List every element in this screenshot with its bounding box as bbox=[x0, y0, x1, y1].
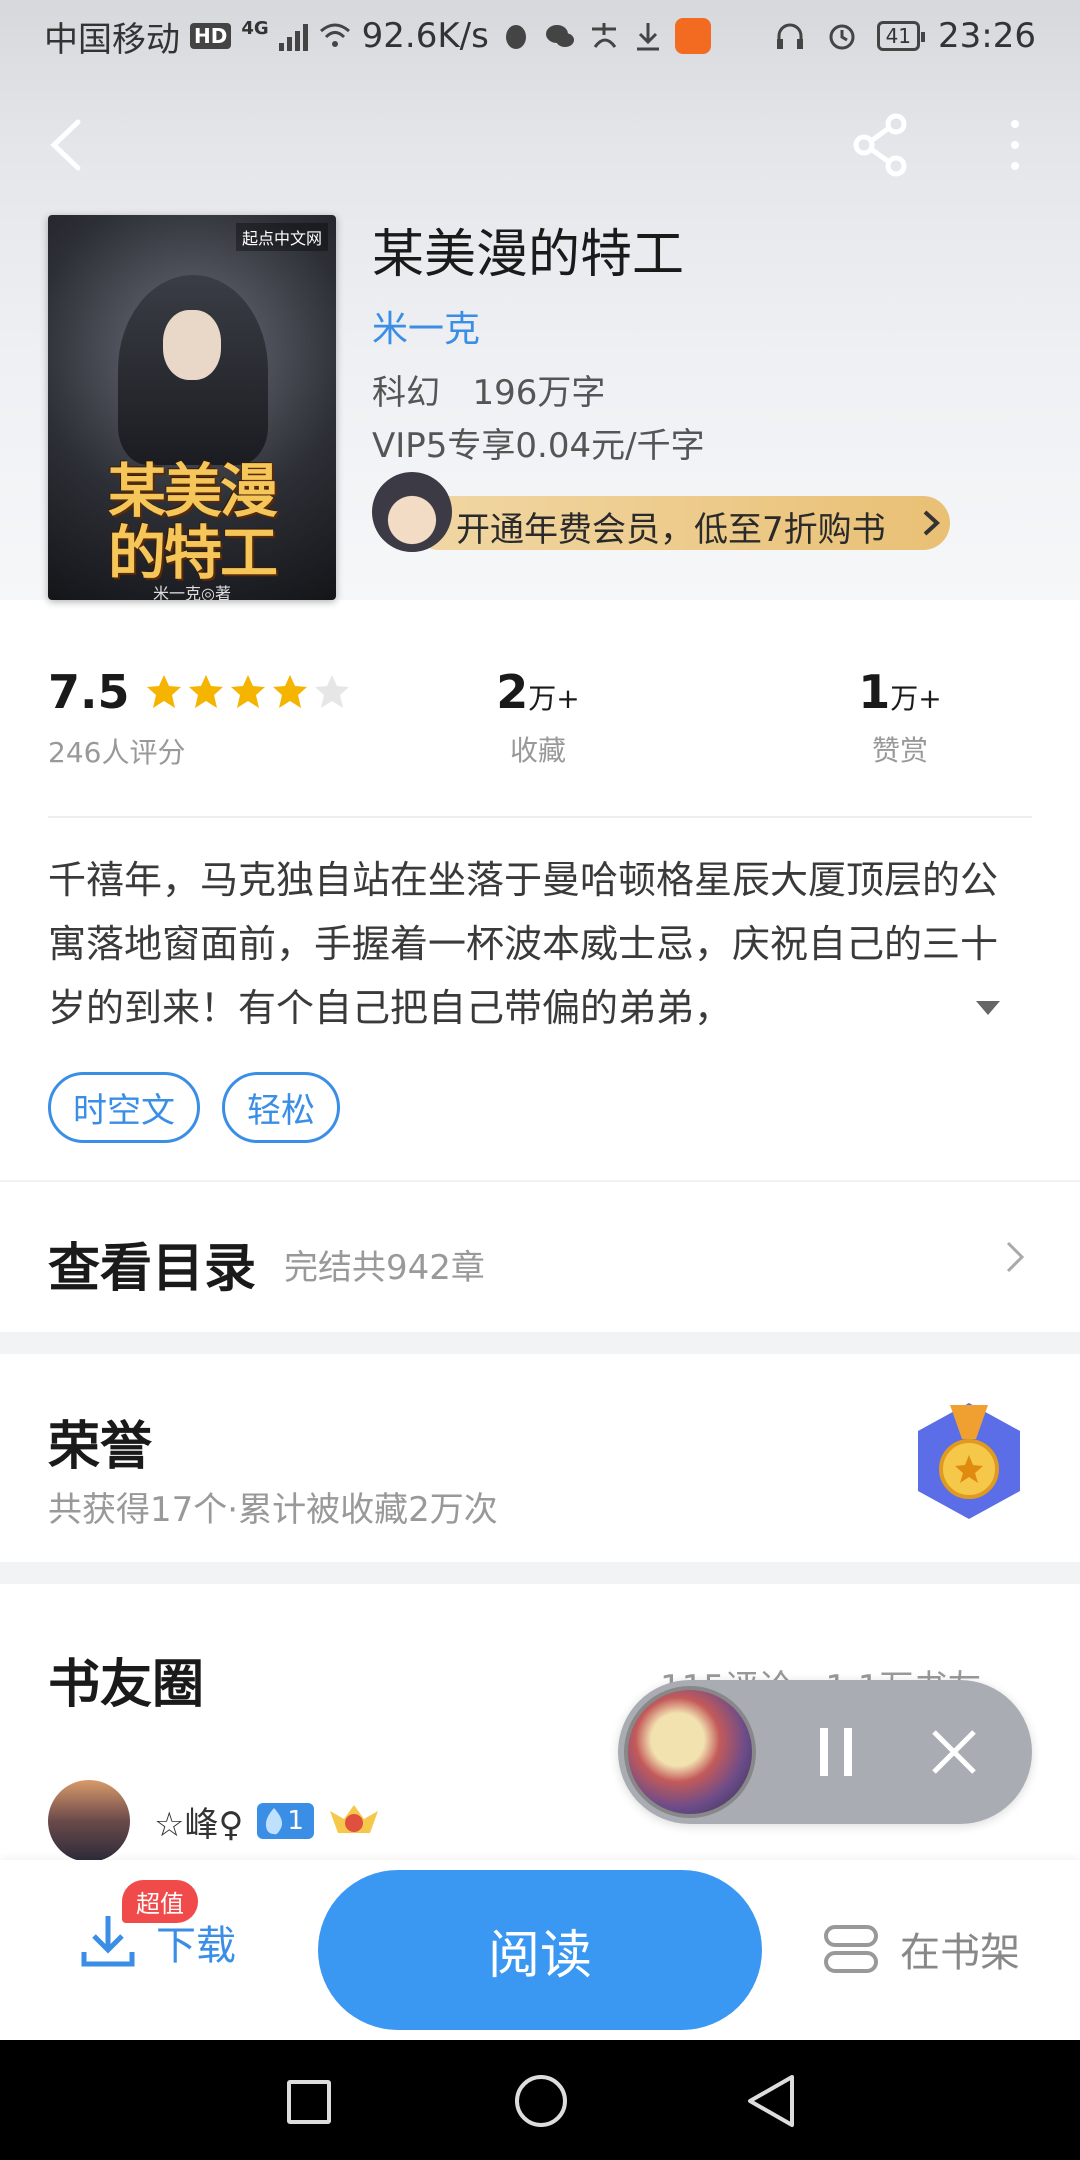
back-arrow-icon[interactable] bbox=[36, 110, 106, 180]
star-filled-icon bbox=[188, 675, 223, 708]
vip-banner[interactable]: 开通年费会员，低至7折购书 bbox=[372, 472, 952, 552]
flame-icon bbox=[266, 1808, 283, 1835]
chevron-right-icon bbox=[923, 510, 940, 536]
catalog-row[interactable]: 查看目录 完结共942章 bbox=[0, 1182, 1080, 1332]
signal-icon bbox=[278, 21, 308, 51]
uc-icon bbox=[674, 18, 711, 54]
vip-avatar bbox=[372, 472, 452, 552]
favorites-stat: 2万+ 收藏 bbox=[468, 665, 608, 769]
cover-title-line2: 的特工 bbox=[107, 519, 278, 587]
star-empty-icon bbox=[314, 675, 349, 708]
bookshelf-button[interactable]: 在书架 bbox=[822, 1920, 1020, 1978]
home-icon[interactable] bbox=[515, 2075, 567, 2127]
clock: 23:26 bbox=[938, 16, 1036, 56]
close-icon[interactable] bbox=[928, 1726, 980, 1778]
expand-icon[interactable] bbox=[970, 993, 1006, 1023]
wifi-icon bbox=[319, 23, 350, 47]
rating-block[interactable]: 7.5 246人评分 bbox=[48, 665, 351, 771]
book-meta: 科幻 196万字 bbox=[372, 365, 605, 414]
bookshelf-label: 在书架 bbox=[900, 1930, 1020, 1976]
book-cover[interactable]: 起点中文网 某美漫 的特工 米一克◎著 bbox=[48, 215, 336, 600]
status-bar: 中国移动 HD 4G 92.6K/s 41 23:26 bbox=[0, 0, 1080, 72]
post-user-row[interactable]: ☆峰♀ 1 bbox=[48, 1780, 380, 1862]
read-button[interactable]: 阅读 bbox=[318, 1870, 762, 2030]
user-level-badge: 1 bbox=[257, 1803, 314, 1839]
medal-icon bbox=[918, 1403, 1020, 1519]
user-level: 1 bbox=[287, 1806, 304, 1836]
honor-subtitle: 共获得17个·累计被收藏2万次 bbox=[48, 1490, 498, 1530]
vip-banner-text: 开通年费会员，低至7折购书 bbox=[456, 510, 886, 550]
qq-icon bbox=[505, 25, 526, 49]
floating-audio-player[interactable] bbox=[618, 1680, 1032, 1824]
cover-title-line1: 某美漫 bbox=[107, 457, 278, 525]
rank-badge-icon bbox=[329, 1805, 378, 1833]
book-synopsis[interactable]: 千禧年，马克独自站在坐落于曼哈顿格星辰大厦顶层的公寓落地窗面前，手握着一杯波本威… bbox=[48, 848, 1032, 1040]
network-speed: 92.6K/s bbox=[361, 16, 489, 56]
favorites-label: 收藏 bbox=[509, 734, 566, 767]
honor-title: 荣誉 bbox=[48, 1416, 153, 1477]
download-badge: 超值 bbox=[122, 1880, 198, 1923]
tag-list: 时空文 轻松 bbox=[48, 1072, 340, 1143]
user-name[interactable]: ☆峰♀ bbox=[154, 1797, 243, 1846]
share-icon[interactable] bbox=[846, 110, 916, 180]
book-title: 某美漫的特工 bbox=[372, 225, 685, 285]
catalog-subtitle: 完结共942章 bbox=[284, 1248, 485, 1288]
star-filled-icon bbox=[146, 675, 181, 708]
reward-stat[interactable]: 1万+ 赞赏 bbox=[830, 665, 970, 769]
book-price: VIP5专享0.04元/千字 bbox=[372, 426, 705, 466]
book-word-count: 196万字 bbox=[472, 373, 606, 413]
favorites-count: 2 bbox=[496, 665, 529, 719]
divider bbox=[48, 816, 1032, 818]
cover-publisher: 起点中文网 bbox=[235, 223, 328, 251]
bookshelf-icon bbox=[824, 1925, 878, 1973]
player-artwork[interactable] bbox=[624, 1686, 756, 1818]
network-type: 4G bbox=[241, 17, 269, 39]
headphones-icon bbox=[776, 23, 803, 49]
rating-score: 7.5 bbox=[48, 665, 130, 719]
cover-title: 某美漫 的特工 bbox=[56, 460, 328, 584]
pause-icon[interactable] bbox=[814, 1724, 858, 1780]
reward-label: 赞赏 bbox=[871, 734, 928, 767]
rating-count: 246人评分 bbox=[48, 736, 186, 769]
rating-stars bbox=[145, 673, 351, 711]
recent-apps-icon[interactable] bbox=[287, 2080, 331, 2124]
reward-count: 1 bbox=[858, 665, 891, 719]
star-filled-icon bbox=[272, 675, 307, 708]
cover-face bbox=[163, 310, 221, 380]
reward-unit: 万+ bbox=[890, 682, 942, 715]
tag-chip[interactable]: 轻松 bbox=[222, 1072, 340, 1143]
battery-icon: 41 bbox=[876, 21, 926, 51]
chevron-right-icon bbox=[1006, 1241, 1025, 1273]
honor-section[interactable]: 荣誉 共获得17个·累计被收藏2万次 bbox=[0, 1354, 1080, 1562]
system-nav-bar bbox=[0, 2040, 1080, 2160]
cover-author: 米一克◎著 bbox=[153, 584, 231, 600]
section-gap bbox=[0, 1332, 1080, 1354]
wechat-icon bbox=[545, 25, 574, 47]
star-filled-icon bbox=[230, 675, 265, 708]
stats-row: 7.5 246人评分 2万+ 收藏 1万+ 赞赏 bbox=[0, 665, 1080, 785]
top-nav bbox=[0, 100, 1080, 190]
more-icon[interactable] bbox=[990, 110, 1040, 180]
book-author-link[interactable]: 米一克 bbox=[372, 300, 480, 352]
carrier-label: 中国移动 bbox=[44, 19, 180, 60]
book-circle-title: 书友圈 bbox=[48, 1654, 205, 1715]
nav-back-icon[interactable] bbox=[742, 2073, 802, 2129]
tag-chip[interactable]: 时空文 bbox=[48, 1072, 200, 1143]
alarm-icon bbox=[829, 24, 855, 50]
catalog-title: 查看目录 bbox=[48, 1238, 257, 1299]
hd-icon: HD bbox=[190, 23, 232, 49]
battery-level: 41 bbox=[885, 24, 912, 48]
section-gap bbox=[0, 1562, 1080, 1584]
download-icon bbox=[636, 23, 659, 51]
avatar[interactable] bbox=[48, 1780, 130, 1862]
alipay-icon bbox=[591, 23, 617, 48]
bottom-action-bar: 下载 超值 阅读 在书架 bbox=[0, 1860, 1080, 2040]
favorites-unit: 万+ bbox=[528, 682, 580, 715]
book-category: 科幻 bbox=[372, 373, 440, 413]
